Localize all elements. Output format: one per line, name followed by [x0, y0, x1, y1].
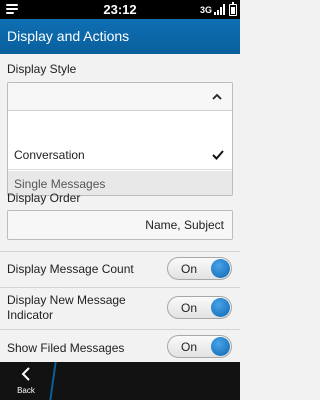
network-indicator: 3G	[199, 5, 212, 15]
battery-icon	[229, 2, 237, 16]
signal-icon	[214, 4, 225, 15]
setting-row-message-count: Display Message Count On	[0, 251, 240, 287]
filed-messages-toggle[interactable]: On	[167, 335, 232, 358]
dropdown-header[interactable]	[8, 83, 232, 111]
toggle-state: On	[181, 301, 198, 315]
chevron-left-icon	[21, 367, 30, 381]
setting-row-new-message-indicator: Display New Message Indicator On	[0, 287, 240, 329]
setting-label: Display Message Count	[7, 262, 134, 276]
back-button[interactable]: Back	[0, 362, 52, 400]
display-order-field[interactable]: Name, Subject	[7, 210, 233, 240]
option-label: Single Messages	[14, 177, 106, 191]
toggle-knob[interactable]	[211, 298, 230, 317]
title-bar: Display and Actions	[0, 19, 240, 54]
toggle-knob[interactable]	[211, 259, 230, 278]
bottom-action-bar: Back	[0, 362, 240, 400]
toggle-state: On	[181, 262, 198, 276]
settings-content[interactable]: Display Style Conversation Single Messag…	[0, 54, 240, 362]
setting-label: Show Filed Messages	[7, 341, 125, 355]
display-style-label: Display Style	[7, 62, 77, 76]
check-icon	[212, 150, 224, 160]
option-label: Conversation	[14, 148, 85, 162]
message-count-toggle[interactable]: On	[167, 257, 232, 280]
page-title: Display and Actions	[7, 28, 130, 44]
setting-row-filed-messages: Show Filed Messages On	[0, 329, 240, 362]
back-label: Back	[17, 386, 35, 395]
chevron-up-icon[interactable]	[212, 92, 222, 102]
display-style-dropdown[interactable]: Conversation Single Messages	[7, 82, 233, 196]
toggle-knob[interactable]	[211, 337, 230, 356]
display-order-label: Display Order	[7, 191, 81, 205]
toggle-state: On	[181, 340, 198, 354]
status-bar: 23:12 3G	[0, 0, 240, 19]
new-message-indicator-toggle[interactable]: On	[167, 296, 232, 319]
setting-label: Display New Message Indicator	[7, 293, 126, 322]
option-conversation[interactable]: Conversation	[8, 141, 232, 170]
